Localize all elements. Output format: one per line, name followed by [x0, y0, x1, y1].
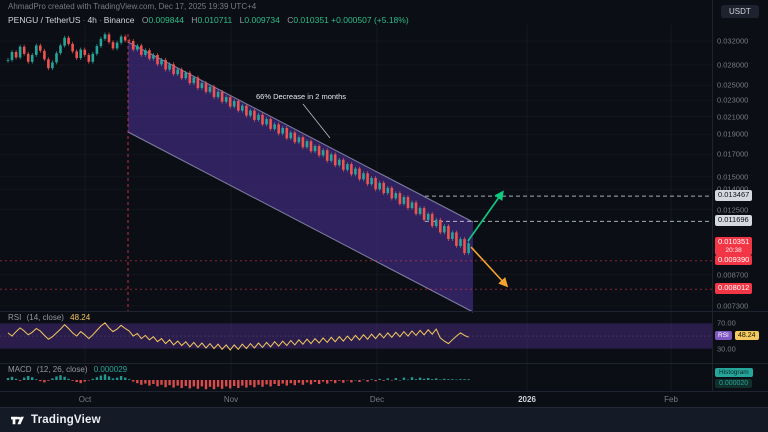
currency-label[interactable]: USDT — [721, 5, 759, 18]
bar-countdown: 20:38 — [718, 247, 749, 254]
price-tick: 0.032000 — [717, 37, 748, 46]
price-tick: 0.007300 — [717, 301, 748, 310]
chart-canvas[interactable] — [0, 0, 768, 408]
rsi-axis-tick: 70.00 — [717, 319, 736, 328]
footer-bar: TradingView — [0, 407, 768, 432]
symbol-name[interactable]: PENGU / TetherUS — [8, 15, 81, 25]
legend-separator: · — [83, 15, 86, 25]
price-tick: 0.012500 — [717, 205, 748, 214]
interval-label[interactable]: 4h — [87, 15, 96, 25]
annotation-text[interactable]: 66% Decrease in 2 months — [256, 92, 346, 101]
price-tick: 0.017000 — [717, 150, 748, 159]
price-badge-red: 0.008012 — [715, 283, 752, 294]
tradingview-chart-window: AhmadPro created with TradingView.com, D… — [0, 0, 768, 432]
price-badge-light: 0.011696 — [715, 215, 752, 226]
close-value: 0.010351 — [293, 15, 328, 25]
rsi-axis-tick: 30.00 — [717, 344, 736, 353]
price-axis[interactable]: USDT RSI 48.24 Histogram 0.000020 0.0320… — [713, 0, 768, 392]
exchange-label: Binance — [104, 15, 135, 25]
rsi-axis-value-badge: 48.24 — [735, 331, 759, 340]
macd-title: MACD — [8, 365, 32, 374]
price-tick: 0.028000 — [717, 60, 748, 69]
time-tick: Feb — [664, 395, 678, 404]
tradingview-logo-icon[interactable] — [10, 413, 25, 428]
change-value: +0.000507 (+5.18%) — [331, 15, 409, 25]
time-tick: Nov — [224, 395, 238, 404]
price-tick: 0.015000 — [717, 172, 748, 181]
time-tick: Dec — [370, 395, 384, 404]
tradingview-brand-text[interactable]: TradingView — [31, 414, 101, 426]
price-badge-light: 0.013467 — [715, 190, 752, 201]
legend-separator: · — [99, 15, 102, 25]
rsi-params: (14, close) — [27, 313, 64, 322]
macd-value: 0.000029 — [94, 365, 127, 374]
time-tick: 2026 — [518, 395, 536, 404]
bearish-forecast-arrow[interactable] — [471, 247, 506, 285]
time-tick: Oct — [79, 395, 91, 404]
high-value: 0.010711 — [197, 15, 232, 25]
macd-params: (12, 26, close) — [37, 365, 88, 374]
rsi-value: 48.24 — [70, 313, 90, 322]
price-tick: 0.025000 — [717, 81, 748, 90]
price-badge-red: 0.01035120:38 — [715, 237, 752, 255]
time-axis[interactable]: Oct Nov Dec 2026 Feb — [0, 392, 768, 407]
macd-histogram — [7, 374, 470, 389]
open-value: 0.009844 — [148, 15, 183, 25]
price-badge-red: 0.009390 — [715, 255, 752, 266]
low-value: 0.009734 — [244, 15, 279, 25]
bullish-forecast-arrow[interactable] — [468, 193, 502, 241]
rsi-title: RSI — [8, 313, 21, 322]
macd-histogram-pill: Histogram — [715, 368, 753, 377]
price-tick: 0.019000 — [717, 130, 748, 139]
price-tick: 0.008700 — [717, 270, 748, 279]
macd-legend[interactable]: MACD (12, 26, close) 0.000029 — [8, 365, 127, 374]
price-tick: 0.023000 — [717, 96, 748, 105]
rsi-legend[interactable]: RSI (14, close) 48.24 — [8, 313, 90, 322]
price-tick: 0.021000 — [717, 112, 748, 121]
rsi-axis-pill: RSI — [715, 331, 732, 340]
annotation-leader-line[interactable] — [303, 104, 330, 138]
macd-histogram-value-badge: 0.000020 — [715, 379, 752, 388]
symbol-legend[interactable]: PENGU / TetherUS·4h·Binance O0.009844 H0… — [8, 15, 409, 25]
